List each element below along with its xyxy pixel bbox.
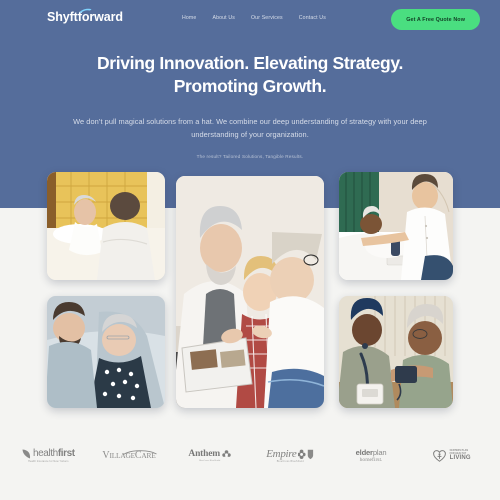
gallery-card-bottom-right[interactable] xyxy=(339,296,453,408)
gallery-image-bottom-right xyxy=(339,296,453,408)
hero-content: Driving Innovation. Elevating Strategy. … xyxy=(0,52,500,159)
cross-and-shield-icon xyxy=(298,449,314,459)
partner-tagline-elderplan: homefirst. xyxy=(359,456,383,463)
partner-name-healthfirst: healthfirst xyxy=(32,448,75,459)
gallery-card-top-right[interactable] xyxy=(339,172,453,280)
gallery-image-bottom-left xyxy=(47,296,165,408)
partner-tagline-anthem: BlueCross BlueShield xyxy=(199,460,221,463)
site-logo-text: Shyftforward xyxy=(47,10,123,24)
hero-tagline: The result? Tailored Solutions, Tangible… xyxy=(196,154,304,160)
partner-logo-anthem[interactable]: Anthem BlueCross BlueShield xyxy=(169,448,250,463)
navbar: Shyftforward Home About Us Our Services … xyxy=(0,0,500,40)
cphl-line-3: LIVING xyxy=(449,455,471,462)
arc-swoosh-icon xyxy=(122,450,157,455)
gallery-image-center xyxy=(176,176,324,408)
headline-line-1: Driving Innovation. Elevating Strategy. xyxy=(97,53,403,73)
partner-logo-strip: healthfirst Health Insurance for New Yor… xyxy=(0,436,500,476)
partner-tagline-healthfirst: Health Insurance for New Yorkers xyxy=(28,459,69,463)
nav-item-home[interactable]: Home xyxy=(182,15,196,21)
headline-line-2: Promoting Growth. xyxy=(173,76,327,97)
partner-name-elderplan: elderplan xyxy=(355,447,387,457)
site-logo[interactable]: Shyftforward xyxy=(47,8,123,24)
gallery-card-top-left[interactable] xyxy=(47,172,165,280)
partner-name-centers-plan: CENTERS PLAN FOR HEALTHY LIVING xyxy=(450,450,471,462)
hero-subheading: We don’t pull magical solutions from a h… xyxy=(73,117,427,140)
leaf-icon xyxy=(22,449,31,459)
partner-name-anthem: Anthem xyxy=(188,448,220,459)
heart-person-icon xyxy=(432,450,446,462)
partner-logo-empire[interactable]: Empire BlueCross BlueShield xyxy=(250,447,331,463)
partner-tagline-empire: BlueCross BlueShield xyxy=(276,459,304,463)
gallery-card-bottom-left[interactable] xyxy=(47,296,165,408)
get-a-free-quote-button[interactable]: Get A Free Quote Now xyxy=(391,9,480,30)
partner-logo-villagecare[interactable]: VILLAGECARE xyxy=(89,450,170,461)
partner-name-empire: Empire xyxy=(266,447,297,460)
image-gallery xyxy=(0,172,500,410)
primary-nav: Home About Us Our Services Contact Us xyxy=(182,15,326,21)
page-title: Driving Innovation. Elevating Strategy. … xyxy=(0,52,500,98)
anthem-flower-icon xyxy=(222,450,231,457)
nav-item-contact-us[interactable]: Contact Us xyxy=(299,15,326,21)
partner-logo-elderplan[interactable]: elderplan homefirst. xyxy=(331,449,412,463)
gallery-card-center[interactable] xyxy=(176,176,324,408)
partner-logo-centers-plan-healthy-living[interactable]: CENTERS PLAN FOR HEALTHY LIVING xyxy=(411,450,492,462)
nav-item-about-us[interactable]: About Us xyxy=(212,15,235,21)
gallery-image-top-right xyxy=(339,172,453,280)
nav-item-our-services[interactable]: Our Services xyxy=(251,15,283,21)
partner-logo-healthfirst[interactable]: healthfirst Health Insurance for New Yor… xyxy=(8,449,89,463)
gallery-image-top-left xyxy=(47,172,165,280)
landing-page: Shyftforward Home About Us Our Services … xyxy=(0,0,500,500)
